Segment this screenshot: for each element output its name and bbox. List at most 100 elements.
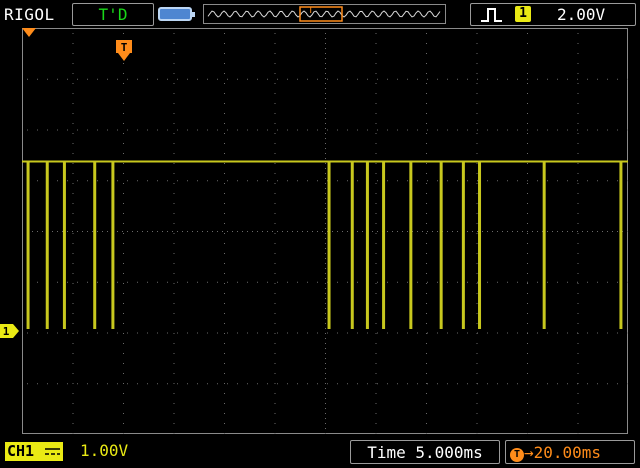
grid-dot <box>447 281 448 283</box>
grid-dot <box>123 233 124 234</box>
pulse-low <box>45 161 49 329</box>
grid-dot <box>224 43 225 44</box>
grid-dot <box>527 373 528 374</box>
grid-dot <box>476 43 478 44</box>
grid-dot <box>577 383 578 385</box>
grid-dot <box>417 129 418 131</box>
grid-dot <box>277 231 278 232</box>
grid-dot <box>142 231 143 232</box>
grid-dot <box>527 332 528 334</box>
trigger-status[interactable]: T'D <box>72 3 154 26</box>
grid-dot <box>577 423 579 424</box>
grid-dot <box>72 163 74 164</box>
grid-dot <box>224 163 225 164</box>
grid-dot <box>592 231 593 232</box>
waveform-display[interactable] <box>22 28 628 434</box>
grid-dot <box>173 123 175 124</box>
grid-dot <box>427 281 428 283</box>
grid-dot <box>197 383 198 385</box>
volts-per-div[interactable]: 1.00V <box>80 441 128 460</box>
grid-dot <box>325 83 326 84</box>
grid-dot <box>97 78 98 80</box>
grid-dot <box>57 383 58 385</box>
pulse-low <box>365 161 369 329</box>
grid-dot <box>426 283 427 284</box>
grid-dot <box>375 363 377 364</box>
grid-dot <box>325 398 326 399</box>
trigger-position-marker[interactable] <box>22 28 36 38</box>
grid-dot <box>375 243 377 244</box>
grid-dot <box>297 78 298 80</box>
grid-dot <box>47 129 48 131</box>
grid-dot <box>325 183 326 184</box>
grid-dot <box>367 78 368 80</box>
grid-dot <box>224 243 225 244</box>
grid-dot <box>627 281 628 283</box>
ch1-ground-marker[interactable]: 1 <box>0 324 20 338</box>
grid-dot <box>577 173 579 174</box>
grid-dot <box>277 383 278 385</box>
grid-dot <box>277 129 278 131</box>
memory-waveform-icon[interactable]: T <box>203 4 446 24</box>
grid-dot <box>317 332 318 334</box>
grid-dot <box>426 53 427 54</box>
grid-dot <box>476 103 478 104</box>
trigger-time-marker[interactable]: T <box>116 40 132 62</box>
grid-dot <box>397 383 398 385</box>
grid-dot <box>173 283 175 284</box>
grid-dot <box>527 53 528 54</box>
grid-dot <box>577 393 579 394</box>
grid-dot <box>72 253 74 254</box>
grid-dot <box>517 383 518 385</box>
grid-dot <box>427 78 428 80</box>
grid-dot <box>325 313 326 314</box>
grid-dot <box>57 231 58 232</box>
grid-dot <box>123 263 124 264</box>
grid-dot <box>577 332 578 334</box>
grid-dot <box>72 323 74 324</box>
grid-dot <box>67 332 68 334</box>
grid-dot <box>72 133 74 134</box>
grid-dot <box>274 173 276 174</box>
grid-dot <box>325 88 326 89</box>
grid-dot <box>147 281 148 283</box>
trigger-marker-label: T <box>121 41 128 54</box>
grid-dot <box>224 323 225 324</box>
grid-dot <box>325 403 326 404</box>
grid-dot <box>426 353 427 354</box>
grid-dot <box>123 133 124 134</box>
grid-dot <box>274 33 276 34</box>
trigger-offset[interactable]: T →20.00ms <box>505 440 635 464</box>
grid-dot <box>274 253 276 254</box>
grid-dot <box>426 233 427 234</box>
grid-dot <box>107 78 108 80</box>
grid-dot <box>577 353 579 354</box>
grid-dot <box>173 73 175 74</box>
grid-dot <box>375 313 377 314</box>
grid-dot <box>375 63 377 64</box>
grid-dot <box>137 383 138 385</box>
grid-dot <box>317 231 318 232</box>
trigger-settings[interactable]: 1 2.00V <box>470 3 636 26</box>
grid-dot <box>217 129 218 131</box>
grid-dot <box>517 180 518 182</box>
grid-dot <box>127 281 128 283</box>
grid-dot <box>527 223 528 224</box>
grid-dot <box>302 231 303 232</box>
grid-dot <box>177 231 178 232</box>
grid-dot <box>325 283 326 284</box>
grid-dot <box>447 332 448 334</box>
grid-dot <box>173 53 175 54</box>
ch1-label[interactable]: CH1 <box>5 442 63 461</box>
timebase[interactable]: Time 5.000ms <box>350 440 500 464</box>
grid-dot <box>325 188 326 189</box>
grid-dot <box>274 163 276 164</box>
grid-dot <box>617 129 618 131</box>
grid-dot <box>72 433 74 434</box>
grid-dot <box>487 281 488 283</box>
grid-dot <box>577 263 579 264</box>
grid-dot <box>197 332 198 334</box>
grid-dot <box>173 433 175 434</box>
grid-dot <box>476 123 478 124</box>
grid-dot <box>507 78 508 80</box>
